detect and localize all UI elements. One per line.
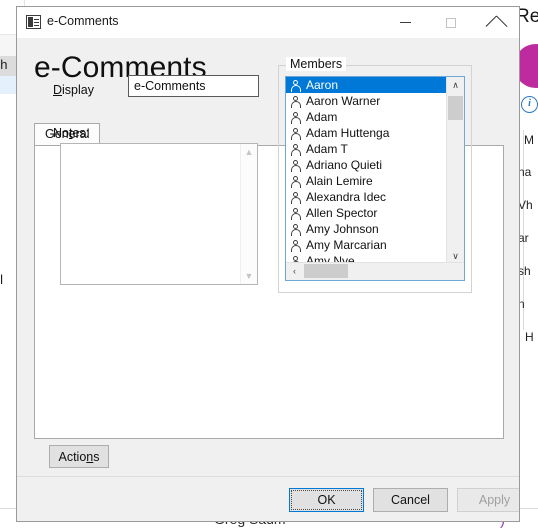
minimize-icon xyxy=(400,22,411,23)
list-item[interactable]: Adam T xyxy=(286,141,449,157)
members-legend: Members xyxy=(286,57,347,71)
ok-button[interactable]: OK xyxy=(289,488,364,512)
list-item-label: Adam T xyxy=(306,142,348,156)
list-item[interactable]: Amy Johnson xyxy=(286,221,449,237)
person-icon xyxy=(290,175,301,189)
person-icon xyxy=(290,159,301,173)
close-button[interactable] xyxy=(473,7,518,38)
members-vertical-scrollbar[interactable]: ∧ ∨ xyxy=(446,77,464,265)
person-icon xyxy=(290,207,301,221)
background-text-line-2: na xyxy=(518,165,532,179)
dialog-footer: OK Cancel Apply xyxy=(17,476,519,521)
display-label: Display xyxy=(53,83,94,97)
list-item[interactable]: Alexandra Idec xyxy=(286,189,449,205)
list-item[interactable]: Adam Huttenga xyxy=(286,125,449,141)
list-item-label: Alexandra Idec xyxy=(306,190,387,204)
notes-scroll-up-icon[interactable]: ▲ xyxy=(241,144,257,160)
background-text-line-7: H xyxy=(525,330,534,344)
list-item[interactable]: Aaron xyxy=(286,77,449,93)
members-list: Aaron Aaron Warner Adam Adam Huttenga Adam T… xyxy=(286,77,449,265)
maximize-icon xyxy=(445,17,456,28)
apply-button: Apply xyxy=(457,488,519,512)
list-item[interactable]: Alain Lemire xyxy=(286,173,449,189)
list-item[interactable]: Aaron Warner xyxy=(286,93,449,109)
list-item-label: Amy Johnson xyxy=(306,222,379,236)
actions-button[interactable]: Actions xyxy=(49,445,109,468)
maximize-button[interactable] xyxy=(428,7,473,38)
list-item-label: Amy Marcarian xyxy=(306,238,387,252)
list-item-label: Aaron xyxy=(306,78,339,92)
list-item[interactable]: Adriano Quieti xyxy=(286,157,449,173)
person-icon xyxy=(290,143,301,157)
background-text-line-3: Vh xyxy=(518,198,533,212)
members-horizontal-scrollbar[interactable]: ‹ › xyxy=(286,262,464,280)
members-scroll-up-icon[interactable]: ∧ xyxy=(447,77,464,94)
display-input[interactable] xyxy=(128,75,259,97)
dialog-titlebar[interactable]: e-Comments xyxy=(17,7,519,39)
person-icon xyxy=(290,79,301,93)
contact-card-icon xyxy=(26,15,41,29)
background-text-line-5: sh xyxy=(518,264,531,278)
person-icon xyxy=(290,111,301,125)
person-icon xyxy=(290,127,301,141)
cancel-button[interactable]: Cancel xyxy=(373,488,448,512)
notes-scroll-down-icon[interactable]: ▼ xyxy=(241,268,257,284)
screen: lish ail Re i i M na Vh ar sh n H Greg S… xyxy=(0,0,538,532)
list-item[interactable]: Adam xyxy=(286,109,449,125)
members-horizontal-scroll-thumb[interactable] xyxy=(304,264,348,278)
notes-scrollbar[interactable]: ▲ ▼ xyxy=(240,144,257,284)
person-icon xyxy=(290,191,301,205)
list-item-label: Adam Huttenga xyxy=(306,126,390,140)
dialog-title: e-Comments xyxy=(47,14,119,28)
list-item-label: Adam xyxy=(306,110,338,124)
notes-label: Notes: xyxy=(53,126,90,140)
list-item-label: Aaron Warner xyxy=(306,94,381,108)
members-vertical-scroll-thumb[interactable] xyxy=(448,96,463,120)
list-item[interactable]: Amy Marcarian xyxy=(286,237,449,253)
person-icon xyxy=(290,223,301,237)
background-text-line-1: i M xyxy=(518,133,534,147)
background-text-line-6: n xyxy=(518,297,525,311)
list-item-label: Adriano Quieti xyxy=(306,158,383,172)
notes-input[interactable] xyxy=(61,144,241,284)
list-item[interactable]: Allen Spector xyxy=(286,205,449,221)
person-icon xyxy=(290,95,301,109)
members-listbox[interactable]: Aaron Aaron Warner Adam Adam Huttenga Adam T… xyxy=(285,76,465,281)
list-item-label: Allen Spector xyxy=(306,206,378,220)
scrollbar-corner xyxy=(447,263,464,280)
e-comments-dialog: e-Comments e-Comments General Display No… xyxy=(16,6,520,522)
close-icon xyxy=(489,16,502,29)
background-text-line-4: ar xyxy=(518,231,529,245)
info-icon: i xyxy=(521,96,538,113)
notes-field-wrapper: ▲ ▼ xyxy=(60,143,258,285)
list-item-label: Alain Lemire xyxy=(306,174,373,188)
background-text-fragment-publish: lish xyxy=(0,57,8,72)
background-text-fragment-mail: ail xyxy=(0,272,4,287)
members-scroll-left-icon[interactable]: ‹ xyxy=(286,263,303,279)
person-icon xyxy=(290,239,301,253)
minimize-button[interactable] xyxy=(383,7,428,38)
